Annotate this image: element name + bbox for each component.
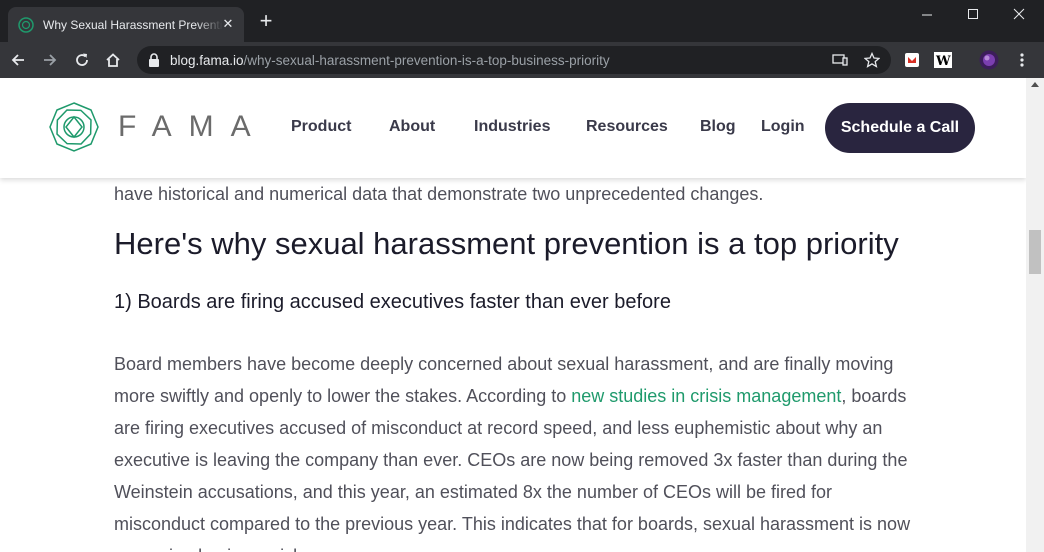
fama-logo-icon [49,102,99,152]
subsection-heading: 1) Boards are firing accused executives … [114,291,671,313]
cast-device-icon[interactable] [831,51,849,69]
new-tab-button[interactable]: + [256,10,276,32]
reload-button[interactable] [70,48,94,72]
bookmark-star-icon[interactable] [863,51,881,69]
tab-close-icon[interactable]: ✕ [220,16,236,32]
forward-arrow-icon [44,54,57,66]
scrollbar-thumb[interactable] [1029,230,1041,274]
schedule-call-button[interactable]: Schedule a Call [825,103,975,153]
nav-about[interactable]: About [389,118,435,136]
nav-resources[interactable]: Resources [586,118,668,136]
lock-icon [149,53,159,67]
minimize-icon [922,14,932,16]
nav-blog[interactable]: Blog [700,118,736,136]
menu-kebab-icon[interactable] [1012,50,1032,70]
browser-tab-bar: Why Sexual Harassment Preventi ✕ + [0,0,1044,42]
back-arrow-icon [11,54,24,66]
url-text: blog.fama.io/why-sexual-harassment-preve… [170,53,610,68]
url-host: blog.fama.io [170,53,244,68]
nav-product[interactable]: Product [291,118,351,136]
site-header: FAMA Product About Industries Resources … [0,78,1026,178]
paragraph-intro-tail: have historical and numerical data that … [114,184,764,204]
browser-tab[interactable]: Why Sexual Harassment Preventi ✕ [8,7,244,42]
url-path: /why-sexual-harassment-prevention-is-a-t… [243,53,610,68]
nav-industries[interactable]: Industries [474,118,550,136]
scroll-up-arrow-icon[interactable] [1031,82,1039,87]
nav-login[interactable]: Login [761,118,805,136]
browser-toolbar: blog.fama.io/why-sexual-harassment-preve… [0,42,1044,78]
extension-wa-icon[interactable]: W [933,50,953,70]
paragraph-text-after-link: , boards are firing executives accused o… [114,386,911,552]
svg-text:W: W [935,54,951,68]
section-heading: Here's why sexual harassment prevention … [114,226,899,261]
reload-icon [76,53,88,66]
tab-title: Why Sexual Harassment Preventi [43,17,223,32]
close-window-button[interactable] [996,0,1042,28]
back-button[interactable] [6,48,30,72]
home-icon [106,53,120,67]
logo-wordmark: FAMA [118,110,268,143]
forward-button[interactable] [38,48,62,72]
page-scrollbar[interactable] [1026,78,1044,552]
paragraph-boards: Board members have become deeply concern… [114,348,914,552]
maximize-icon [968,9,978,19]
address-bar[interactable]: blog.fama.io/why-sexual-harassment-preve… [137,46,891,74]
maximize-button[interactable] [950,0,996,28]
close-icon [1013,8,1025,20]
home-button[interactable] [101,48,125,72]
fama-logo[interactable]: FAMA [48,101,268,153]
crisis-management-link[interactable]: new studies in crisis management [571,386,841,406]
minimize-button[interactable] [904,0,950,28]
profile-avatar-icon[interactable] [979,50,999,70]
extension-mail-icon[interactable] [902,50,922,70]
fama-favicon-icon [18,16,34,33]
page-viewport: FAMA Product About Industries Resources … [0,78,1026,552]
